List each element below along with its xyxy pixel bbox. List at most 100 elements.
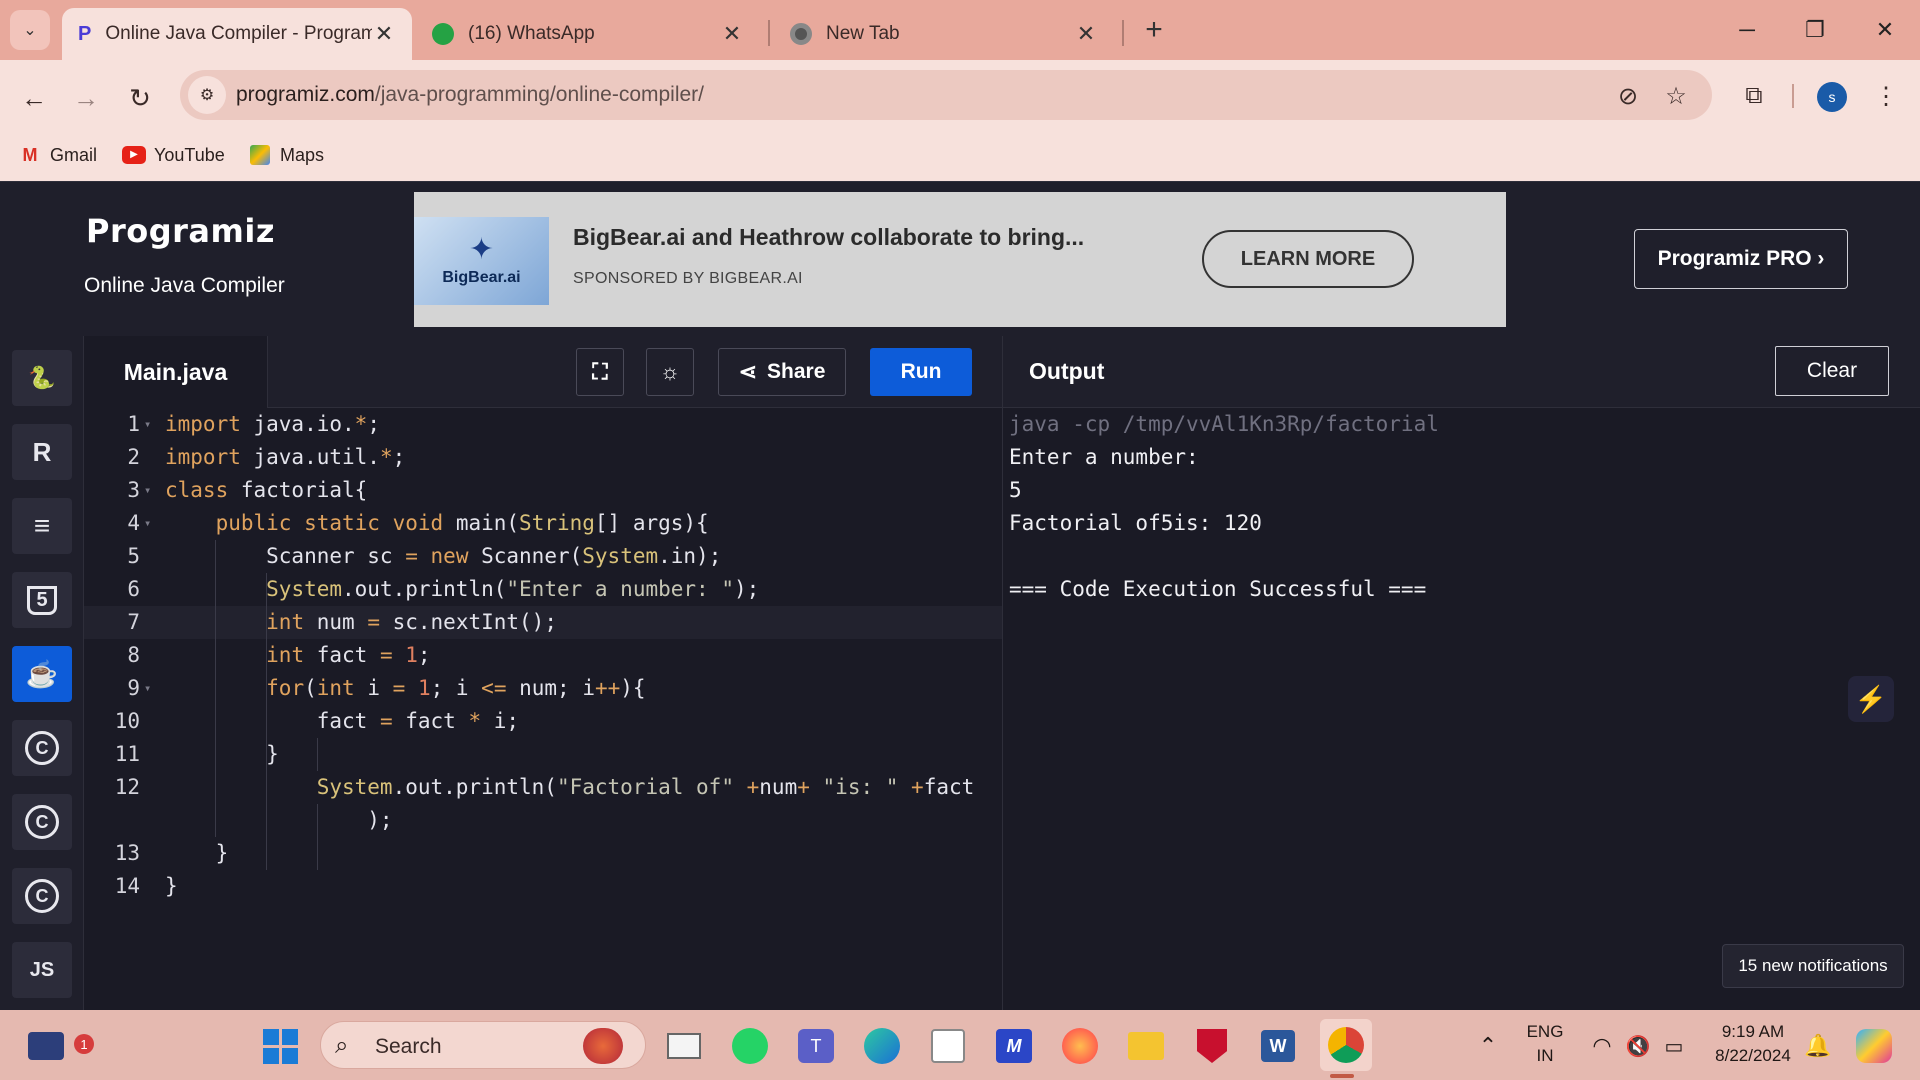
code-line[interactable]: 14} [84, 870, 1002, 903]
reload-button[interactable]: ↻ [120, 78, 160, 118]
bookmark-maps[interactable]: Maps [248, 140, 324, 170]
close-icon[interactable]: ✕ [720, 21, 744, 47]
share-icon: ⋖ [738, 359, 758, 384]
close-icon[interactable]: ✕ [1074, 21, 1098, 47]
run-button[interactable]: Run [870, 348, 972, 396]
edge-app[interactable] [860, 1024, 904, 1068]
lang-sql[interactable]: ≡ [12, 498, 72, 554]
fullscreen-button[interactable]: ⛶ [576, 348, 624, 396]
fold-toggle-icon[interactable]: ▾ [144, 408, 151, 441]
code-line[interactable]: 3 ▾ class factorial{ [84, 474, 1002, 507]
code-line[interactable]: 8 int fact = 1; [84, 639, 1002, 672]
profile-avatar[interactable]: s [1817, 82, 1847, 112]
notification-center-app[interactable]: 1 [24, 1024, 94, 1068]
tab-search-button[interactable]: ⌄ [10, 10, 50, 50]
copilot-icon[interactable] [1852, 1024, 1896, 1068]
ad-brand: BigBear.ai [442, 269, 521, 286]
code-line[interactable]: 1 ▾ import java.io.*; [84, 408, 1002, 441]
lang-html[interactable]: 5 [12, 572, 72, 628]
code-line[interactable]: 10 fact = fact * i; [84, 705, 1002, 738]
clock-date: 8/22/2024 [1715, 1046, 1791, 1065]
extensions-icon[interactable]: ⧉ [1734, 76, 1774, 116]
lang-python[interactable]: 🐍 [12, 350, 72, 406]
ad-banner[interactable]: ✦ BigBear.ai BigBear.ai and Heathrow col… [414, 192, 1506, 327]
lang-javascript[interactable]: JS [12, 942, 72, 998]
output-command-line: java -cp /tmp/vvAl1Kn3Rp/factorial [1009, 412, 1439, 436]
fold-toggle-icon[interactable]: ▾ [144, 672, 151, 705]
minimize-button[interactable]: ─ [1724, 12, 1770, 48]
taskbar-search[interactable]: ⌕ Search [320, 1021, 646, 1069]
bell-icon[interactable]: 🔔 [1796, 1024, 1840, 1068]
maestro-app[interactable]: M [992, 1024, 1036, 1068]
tab-whatsapp[interactable]: (16) WhatsApp ✕ [416, 8, 760, 60]
code-line[interactable]: 5 Scanner sc = new Scanner(System.in); [84, 540, 1002, 573]
close-window-button[interactable]: ✕ [1862, 12, 1908, 48]
close-icon[interactable]: ✕ [372, 21, 396, 47]
code-line[interactable]: 6 System.out.println("Enter a number: ")… [84, 573, 1002, 606]
firefox-app[interactable] [1058, 1024, 1102, 1068]
ad-title[interactable]: BigBear.ai and Heathrow collaborate to b… [573, 224, 1084, 251]
code-line[interactable]: 4 ▾ public static void main(String[] args… [84, 507, 1002, 540]
bookmark-youtube[interactable]: ▶ YouTube [122, 140, 225, 170]
output-title: Output [1029, 358, 1105, 384]
programiz-logo[interactable]: Programiz [86, 212, 275, 250]
notifications-chip[interactable]: 15 new notifications [1722, 944, 1904, 988]
store-app[interactable] [926, 1024, 970, 1068]
start-button[interactable] [258, 1024, 302, 1068]
lang-c[interactable]: C [12, 720, 72, 776]
show-hidden-icons-button[interactable]: ⌃ [1466, 1024, 1510, 1068]
teams-app[interactable]: T [794, 1024, 838, 1068]
battery-icon[interactable]: ▭ [1652, 1024, 1696, 1068]
restore-button[interactable]: ❐ [1792, 12, 1838, 48]
code-text: } [165, 841, 229, 865]
clock[interactable]: 9:19 AM 8/22/2024 [1700, 1022, 1806, 1066]
back-button[interactable]: ← [14, 78, 54, 118]
code-line[interactable]: 12 System.out.println("Factorial of" +nu… [84, 771, 1002, 804]
url-text[interactable]: programiz.com/java-programming/online-co… [236, 83, 704, 107]
learn-more-button[interactable]: LEARN MORE [1202, 230, 1414, 288]
site-info-icon[interactable]: ⚙ [188, 76, 226, 114]
lang-r[interactable]: R [12, 424, 72, 480]
new-tab-button[interactable]: + [1138, 14, 1170, 46]
code-line[interactable]: 11 } [84, 738, 1002, 771]
line-number: 11 [114, 742, 140, 766]
fold-toggle-icon[interactable]: ▾ [144, 507, 151, 540]
output-console[interactable]: java -cp /tmp/vvAl1Kn3Rp/factorial Enter … [1002, 408, 1920, 1010]
tab-new-tab[interactable]: New Tab ✕ [774, 8, 1114, 60]
code-line[interactable]: 9 ▾ for(int i = 1; i <= num; i++){ [84, 672, 1002, 705]
tab-separator [1122, 20, 1124, 46]
theme-toggle-button[interactable]: ☼ [646, 348, 694, 396]
task-view-app[interactable] [662, 1024, 706, 1068]
chrome-app[interactable] [1320, 1019, 1372, 1071]
share-button[interactable]: ⋖ Share [718, 348, 846, 396]
code-line[interactable]: 13 } [84, 837, 1002, 870]
line-number: 2 [127, 445, 140, 469]
tab-online-java-compiler[interactable]: P Online Java Compiler - Program ✕ [62, 8, 412, 60]
fullscreen-icon: ⛶ [592, 359, 608, 384]
fold-toggle-icon[interactable]: ▾ [144, 474, 151, 507]
mcafee-app[interactable] [1190, 1024, 1234, 1068]
file-tab-main-java[interactable]: Main.java [84, 336, 268, 408]
clear-button[interactable]: Clear [1775, 346, 1889, 396]
kebab-menu-icon[interactable]: ⋮ [1866, 76, 1906, 116]
language-indicator[interactable]: ENG IN [1520, 1022, 1570, 1066]
url-path: /java-programming/online-compiler/ [374, 83, 705, 106]
programiz-pro-button[interactable]: Programiz PRO › [1634, 229, 1848, 289]
floating-widget-icon[interactable]: ⚡ [1848, 676, 1894, 722]
code-line[interactable]: 7 int num = sc.nextInt(); [84, 606, 1002, 639]
whatsapp-app[interactable] [728, 1024, 772, 1068]
star-icon[interactable]: ☆ [1662, 82, 1690, 110]
word-app[interactable]: W [1256, 1024, 1300, 1068]
file-explorer-app[interactable] [1124, 1024, 1168, 1068]
address-bar[interactable]: ⚙ programiz.com/java-programming/online-… [180, 70, 1712, 120]
lang-cpp[interactable]: C [12, 794, 72, 850]
code-line[interactable]: 2 import java.util.*; [84, 441, 1002, 474]
forward-button[interactable]: → [66, 78, 106, 118]
code-editor[interactable]: 1 ▾ import java.io.*; 2 import java.util.*; 3… [84, 408, 1002, 1010]
lang-java[interactable]: ☕ [12, 646, 72, 702]
eye-off-icon[interactable]: ⊘ [1614, 82, 1642, 110]
bookmark-gmail[interactable]: M Gmail [18, 140, 98, 170]
active-app-indicator [1330, 1074, 1354, 1078]
lang-csharp[interactable]: C [12, 868, 72, 924]
code-line[interactable]: ); [84, 804, 1002, 837]
